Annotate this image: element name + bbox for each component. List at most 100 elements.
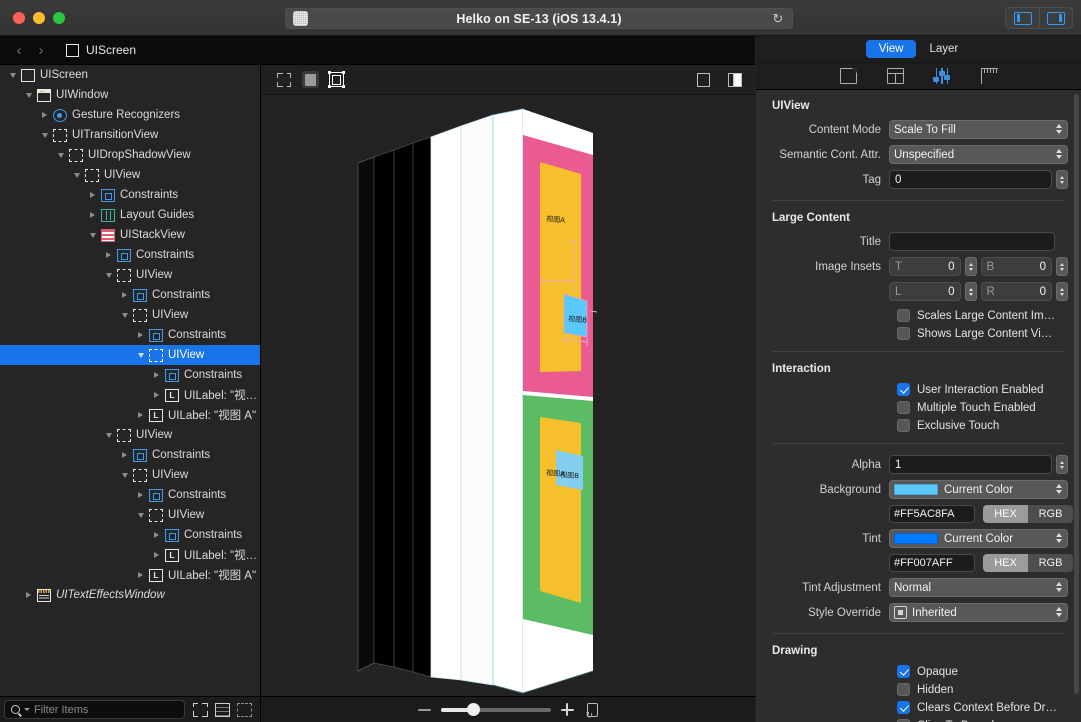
tint-hex-input[interactable]: #FF007AFF <box>889 554 975 572</box>
tint-rgb-tab[interactable]: RGB <box>1028 554 1073 572</box>
close-button[interactable] <box>13 11 25 24</box>
disclosure-open-icon[interactable] <box>102 265 115 285</box>
tree-row[interactable]: UITransitionView <box>0 125 260 145</box>
semantic-select[interactable]: Unspecified <box>889 145 1068 164</box>
wireframe-view-icon[interactable] <box>274 70 294 90</box>
tree-row[interactable]: UIStackView <box>0 225 260 245</box>
tree-row[interactable]: L UILabel: "视图 B" <box>0 385 260 405</box>
attributes-inspector-icon[interactable] <box>933 68 951 84</box>
tree-row[interactable]: Gesture Recognizers <box>0 105 260 125</box>
background-hex-tab[interactable]: HEX <box>983 505 1028 523</box>
disclosure-closed-icon[interactable] <box>150 525 163 545</box>
inset-right-input[interactable]: R 0 <box>980 282 1052 301</box>
tint-adjustment-select[interactable]: Normal <box>889 578 1068 597</box>
reset-viewing-area-icon[interactable] <box>584 702 599 721</box>
chevron-down-icon[interactable] <box>24 708 30 711</box>
tab-layer[interactable]: Layer <box>916 40 971 58</box>
tree-row[interactable]: Constraints <box>0 365 260 385</box>
focus-selected-icon[interactable] <box>193 702 208 717</box>
forward-button[interactable]: › <box>30 42 52 59</box>
background-color-select[interactable]: Current Color <box>889 480 1068 499</box>
disclosure-open-icon[interactable] <box>102 425 115 445</box>
zoom-slider[interactable] <box>440 703 551 716</box>
zoom-button[interactable] <box>53 11 65 24</box>
tree-row[interactable]: UIDropShadowView <box>0 145 260 165</box>
scales-large-content-checkbox[interactable] <box>897 309 910 322</box>
shows-large-content-checkbox[interactable] <box>897 327 910 340</box>
style-override-select[interactable]: Inherited <box>889 603 1068 622</box>
inset-top-input[interactable]: T 0 <box>889 257 961 276</box>
disclosure-closed-icon[interactable] <box>22 585 35 605</box>
solid-view-icon[interactable] <box>300 70 320 90</box>
double-view-icon[interactable] <box>725 70 745 90</box>
tree-row[interactable]: Constraints <box>0 245 260 265</box>
tag-input[interactable]: 0 <box>889 170 1052 189</box>
tree-row[interactable]: UITextEffectsWindow <box>0 585 260 605</box>
ruler-inspector-icon[interactable] <box>980 68 998 84</box>
zoom-in-icon[interactable] <box>560 703 574 716</box>
background-hex-input[interactable]: #FF5AC8FA <box>889 505 975 523</box>
tab-view[interactable]: View <box>865 40 917 58</box>
tree-row[interactable]: Constraints <box>0 285 260 305</box>
large-title-input[interactable] <box>889 232 1055 251</box>
tree-row[interactable]: Constraints <box>0 325 260 345</box>
tree-row[interactable]: Constraints <box>0 525 260 545</box>
alpha-stepper[interactable] <box>1056 455 1068 474</box>
disclosure-open-icon[interactable] <box>86 225 99 245</box>
tint-hex-tab[interactable]: HEX <box>983 554 1028 572</box>
disclosure-closed-icon[interactable] <box>150 365 163 385</box>
disclosure-closed-icon[interactable] <box>102 245 115 265</box>
tree-row[interactable]: UIScreen <box>0 65 260 85</box>
disclosure-open-icon[interactable] <box>134 505 147 525</box>
show-clipped-icon[interactable] <box>215 702 230 717</box>
exclusive-touch-checkbox[interactable] <box>897 419 910 432</box>
multiple-touch-checkbox[interactable] <box>897 401 910 414</box>
inset-bottom-stepper[interactable] <box>1056 257 1068 276</box>
inspector-scrollbar[interactable] <box>1074 94 1079 694</box>
disclosure-open-icon[interactable] <box>118 465 131 485</box>
disclosure-open-icon[interactable] <box>38 125 51 145</box>
tree-row[interactable]: UIView <box>0 465 260 485</box>
clears-context-checkbox[interactable] <box>897 701 910 714</box>
inset-left-stepper[interactable] <box>964 282 977 301</box>
view-debugger-canvas[interactable]: 视图A 视图B 视图A 视图B <box>261 95 755 696</box>
tree-row[interactable]: L UILabel: "视图 A" <box>0 565 260 585</box>
background-rgb-tab[interactable]: RGB <box>1028 505 1073 523</box>
single-view-icon[interactable] <box>693 70 713 90</box>
tag-stepper[interactable] <box>1056 170 1068 189</box>
tree-row[interactable]: Constraints <box>0 445 260 465</box>
tree-row[interactable]: UIView <box>0 345 260 365</box>
size-inspector-icon[interactable] <box>886 68 904 84</box>
disclosure-closed-icon[interactable] <box>134 325 147 345</box>
left-panel-toggle[interactable] <box>1006 8 1039 28</box>
user-interaction-checkbox[interactable] <box>897 383 910 396</box>
inset-left-input[interactable]: L 0 <box>889 282 961 301</box>
alpha-input[interactable]: 1 <box>889 455 1052 474</box>
disclosure-open-icon[interactable] <box>6 65 19 85</box>
opaque-checkbox[interactable] <box>897 665 910 678</box>
back-button[interactable]: ‹ <box>8 42 30 59</box>
disclosure-closed-icon[interactable] <box>150 385 163 405</box>
inset-right-stepper[interactable] <box>1056 282 1068 301</box>
disclosure-open-icon[interactable] <box>70 165 83 185</box>
wireframe-and-solid-icon[interactable] <box>326 70 346 90</box>
disclosure-closed-icon[interactable] <box>38 105 51 125</box>
disclosure-closed-icon[interactable] <box>134 565 147 585</box>
filter-input[interactable]: Filter Items <box>4 700 185 719</box>
zoom-out-icon[interactable] <box>417 708 431 711</box>
inset-top-stepper[interactable] <box>964 257 977 276</box>
breadcrumb[interactable]: UIScreen <box>66 43 136 57</box>
minimize-button[interactable] <box>33 11 45 24</box>
tree-row[interactable]: UIView <box>0 425 260 445</box>
zoom-slider-thumb[interactable] <box>467 703 480 716</box>
inset-bottom-input[interactable]: B 0 <box>980 257 1052 276</box>
disclosure-closed-icon[interactable] <box>134 485 147 505</box>
disclosure-closed-icon[interactable] <box>86 205 99 225</box>
disclosure-closed-icon[interactable] <box>86 185 99 205</box>
disclosure-closed-icon[interactable] <box>134 405 147 425</box>
view-hierarchy-tree[interactable]: UIScreen UIWindow Gesture Recognizers UITra… <box>0 65 261 696</box>
tree-row[interactable]: Constraints <box>0 485 260 505</box>
content-mode-select[interactable]: Scale To Fill <box>889 120 1068 139</box>
file-inspector-icon[interactable] <box>839 68 857 84</box>
disclosure-open-icon[interactable] <box>134 345 147 365</box>
